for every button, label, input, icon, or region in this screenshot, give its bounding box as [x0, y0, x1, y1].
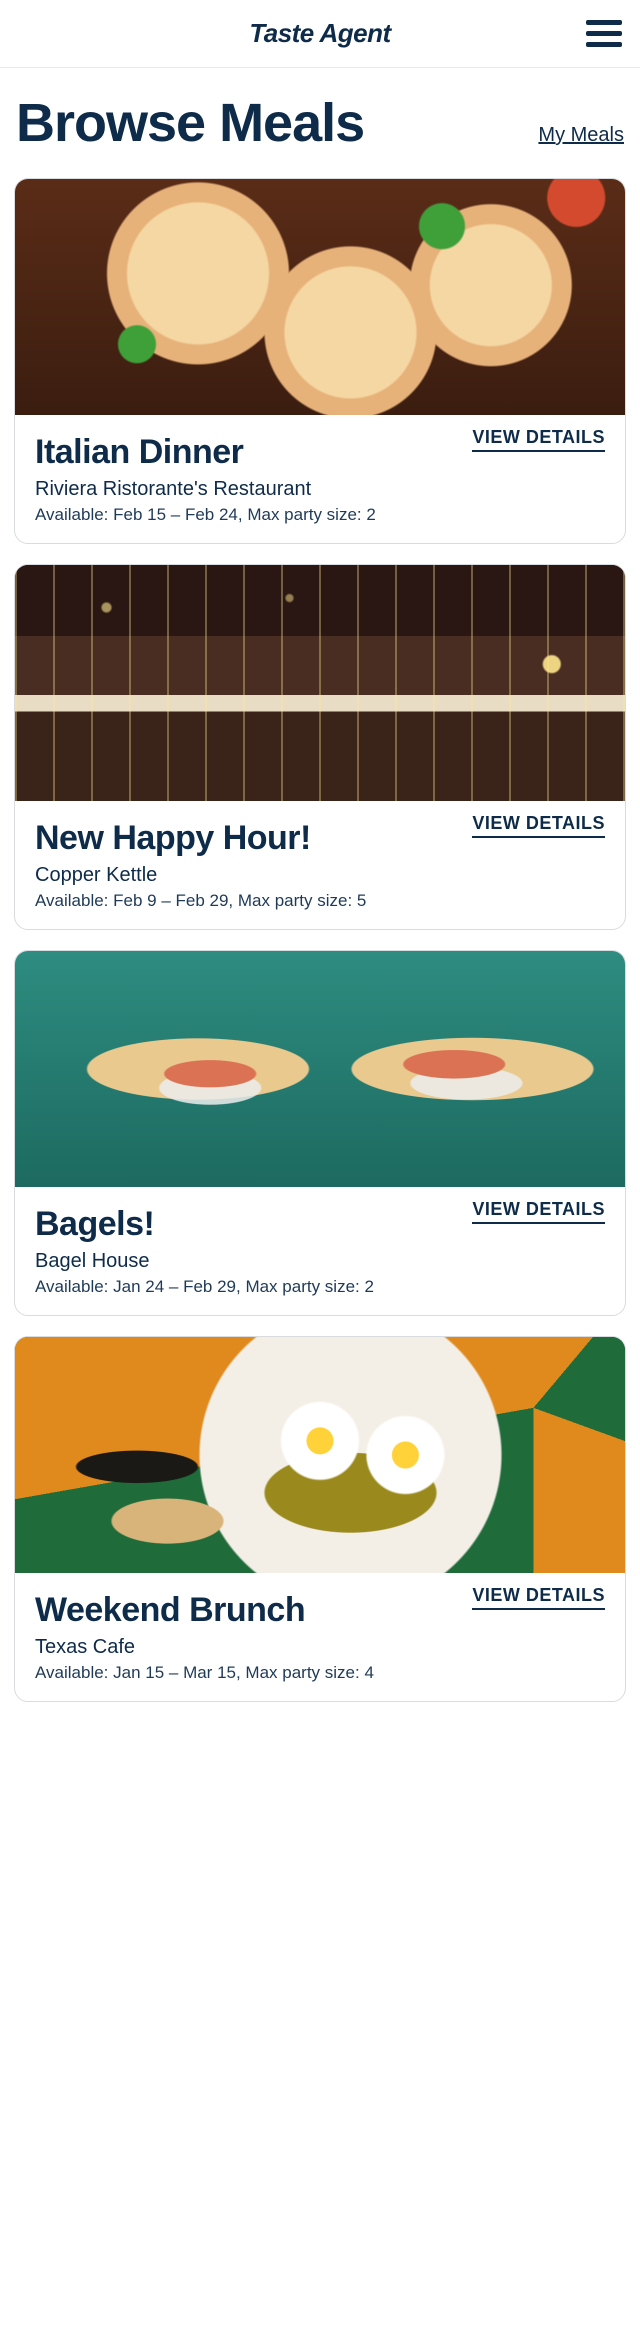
meal-availability: Available: Feb 15 – Feb 24, Max party si…	[35, 505, 605, 525]
view-details-link[interactable]: VIEW DETAILS	[472, 427, 605, 452]
menu-button[interactable]	[586, 20, 622, 48]
meal-card-body: VIEW DETAILS Italian Dinner Riviera Rist…	[15, 415, 625, 543]
meal-availability: Available: Feb 9 – Feb 29, Max party siz…	[35, 891, 605, 911]
meal-card-body: VIEW DETAILS Weekend Brunch Texas Cafe A…	[15, 1573, 625, 1701]
brand-logo: Taste Agent	[249, 18, 390, 49]
meal-list: VIEW DETAILS Italian Dinner Riviera Rist…	[0, 158, 640, 1732]
meal-restaurant: Texas Cafe	[35, 1636, 605, 1659]
meal-card: VIEW DETAILS New Happy Hour! Copper Kett…	[14, 564, 626, 930]
meal-image	[15, 1337, 625, 1573]
meal-availability: Available: Jan 24 – Feb 29, Max party si…	[35, 1277, 605, 1297]
meal-card-body: VIEW DETAILS Bagels! Bagel House Availab…	[15, 1187, 625, 1315]
hamburger-icon	[586, 20, 622, 48]
page-title: Browse Meals	[16, 96, 364, 150]
meal-card-body: VIEW DETAILS New Happy Hour! Copper Kett…	[15, 801, 625, 929]
meal-image	[15, 179, 625, 415]
meal-image	[15, 565, 625, 801]
view-details-link[interactable]: VIEW DETAILS	[472, 1585, 605, 1610]
meal-card: VIEW DETAILS Weekend Brunch Texas Cafe A…	[14, 1336, 626, 1702]
meal-restaurant: Copper Kettle	[35, 864, 605, 887]
meal-card: VIEW DETAILS Italian Dinner Riviera Rist…	[14, 178, 626, 544]
my-meals-link[interactable]: My Meals	[538, 124, 624, 147]
meal-restaurant: Bagel House	[35, 1250, 605, 1273]
meal-restaurant: Riviera Ristorante's Restaurant	[35, 478, 605, 501]
title-row: Browse Meals My Meals	[0, 68, 640, 158]
view-details-link[interactable]: VIEW DETAILS	[472, 1199, 605, 1224]
app-header: Taste Agent	[0, 0, 640, 68]
meal-availability: Available: Jan 15 – Mar 15, Max party si…	[35, 1663, 605, 1683]
meal-image	[15, 951, 625, 1187]
meal-card: VIEW DETAILS Bagels! Bagel House Availab…	[14, 950, 626, 1316]
view-details-link[interactable]: VIEW DETAILS	[472, 813, 605, 838]
